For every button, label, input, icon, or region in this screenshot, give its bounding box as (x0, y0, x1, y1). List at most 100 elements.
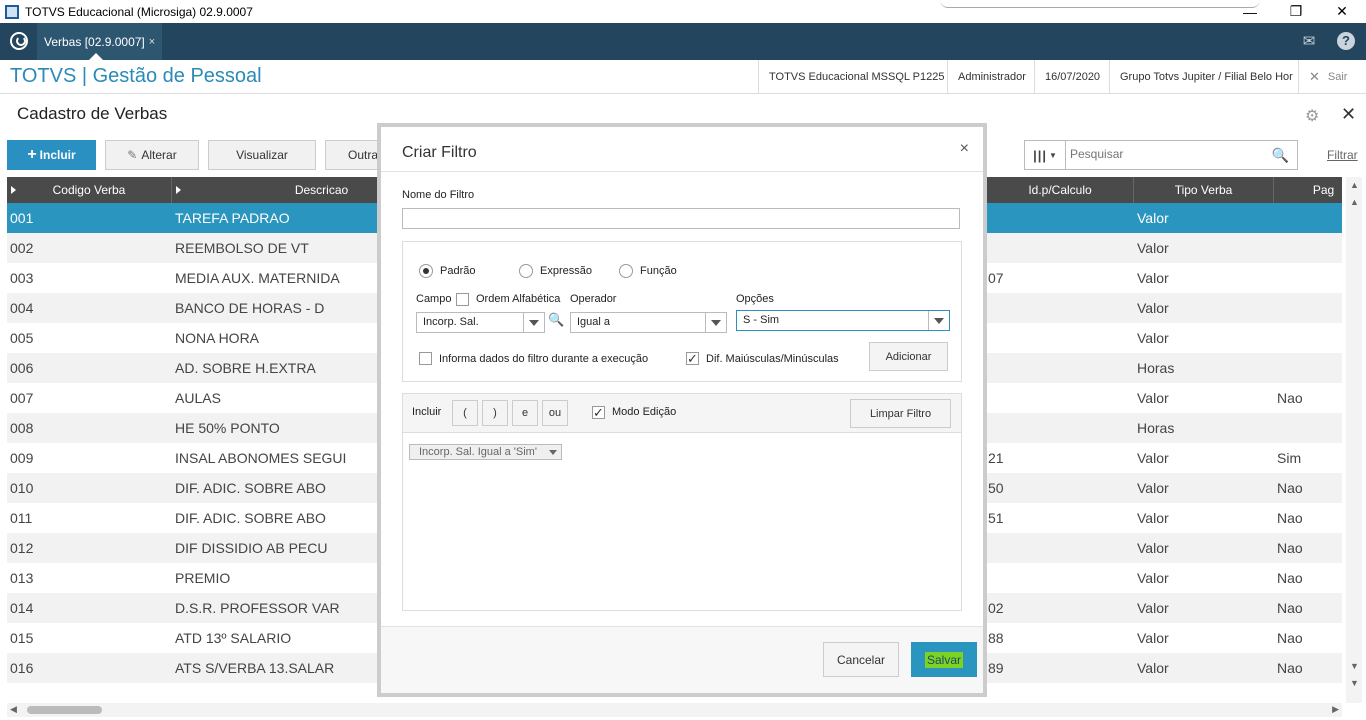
adicionar-button[interactable]: Adicionar (869, 342, 948, 371)
alterar-button[interactable]: ✎ Alterar (105, 140, 199, 170)
horizontal-scrollbar[interactable]: ◀ ▶ (7, 703, 1342, 717)
tab-close-icon[interactable]: × (149, 36, 155, 48)
chevron-down-icon (705, 313, 726, 332)
window-titlebar: TOTVS Educacional (Microsiga) 02.9.0007 … (0, 0, 1366, 23)
gear-icon[interactable]: ⚙ (1305, 106, 1319, 126)
cancelar-button[interactable]: Cancelar (823, 642, 899, 677)
cell-idcalculo: 51 (988, 510, 1004, 526)
app-title: TOTVS | Gestão de Pessoal (10, 65, 262, 87)
cell-pag: Nao (1277, 600, 1303, 616)
tab-label: Verbas [02.9.0007] (44, 34, 145, 49)
scroll-right-icon[interactable]: ▶ (1332, 704, 1339, 715)
date-label: 16/07/2020 (1034, 60, 1110, 94)
top-navbar: Verbas [02.9.0007] × ✉ ? (0, 23, 1366, 60)
cell-tipo: Valor (1137, 660, 1169, 676)
column-label: Codigo Verba (52, 183, 126, 197)
visualizar-button[interactable]: Visualizar (208, 140, 316, 170)
vertical-scrollbar[interactable]: ▲ ▲ ▼ ▼ (1346, 177, 1362, 703)
window-close-button[interactable]: ✕ (1319, 0, 1365, 23)
filter-expression-panel: Incluir ( ) e ou ✓ Modo Edição Limpar Fi… (402, 393, 962, 611)
divider (381, 171, 983, 172)
chevron-down-icon: ▼ (1049, 150, 1057, 160)
cell-codigo: 016 (10, 660, 34, 676)
ordem-alfabetica-checkbox[interactable] (456, 293, 469, 306)
radio-padrao[interactable] (419, 264, 433, 278)
cell-codigo: 002 (10, 240, 34, 256)
campo-select[interactable]: Incorp. Sal. (416, 312, 545, 333)
horizontal-scroll-thumb[interactable] (27, 706, 102, 714)
open-paren-button[interactable]: ( (452, 400, 478, 426)
exit-button[interactable]: ✕ Sair (1298, 60, 1357, 94)
operador-select[interactable]: Igual a (570, 312, 727, 333)
help-icon[interactable]: ? (1337, 32, 1355, 50)
or-button[interactable]: ou (542, 400, 568, 426)
opcoes-select[interactable]: S - Sim (736, 310, 950, 331)
column-header-pag[interactable]: Pag (1274, 177, 1342, 203)
dif-maiusculas-checkbox[interactable]: ✓ (686, 352, 699, 365)
radio-funcao[interactable] (619, 264, 633, 278)
column-header-idcalculo[interactable]: Id.p/Calculo (987, 177, 1134, 203)
filtrar-link[interactable]: Filtrar (1327, 148, 1358, 162)
chevron-down-icon (548, 450, 557, 455)
opcoes-label: Opções (736, 293, 774, 305)
restore-button[interactable]: ❐ (1273, 0, 1319, 23)
limpar-filtro-button[interactable]: Limpar Filtro (850, 399, 951, 428)
radio-funcao-label: Função (640, 265, 677, 277)
and-button[interactable]: e (512, 400, 538, 426)
or-label: ou (548, 407, 562, 419)
totvs-logo-icon[interactable] (10, 32, 28, 50)
dialog-close-icon[interactable]: × (960, 140, 969, 158)
incluir-label: Incluir (39, 148, 76, 162)
scroll-down-fast-icon[interactable]: ▼ (1350, 678, 1359, 688)
search-input[interactable] (1070, 147, 1270, 161)
scroll-up-fast-icon[interactable]: ▲ (1350, 197, 1359, 207)
salvar-button[interactable]: Salvar (911, 642, 977, 677)
minimize-button[interactable]: — (1227, 0, 1273, 23)
search-icon[interactable]: 🔍 (548, 312, 564, 328)
cell-tipo: Valor (1137, 450, 1169, 466)
cell-codigo: 009 (10, 450, 34, 466)
cell-descricao: AULAS (175, 390, 221, 406)
mail-icon[interactable]: ✉ (1299, 32, 1319, 52)
tab-indicator (89, 53, 103, 60)
close-paren-label: ) (493, 407, 497, 419)
cell-tipo: Valor (1137, 510, 1169, 526)
cell-tipo: Valor (1137, 540, 1169, 556)
modo-edicao-checkbox[interactable]: ✓ (592, 406, 605, 419)
nome-filtro-input[interactable] (402, 208, 960, 229)
cell-descricao: DIF DISSIDIO AB PECU (175, 540, 328, 556)
radio-padrao-label: Padrão (440, 265, 476, 277)
scroll-up-icon[interactable]: ▲ (1350, 180, 1359, 190)
column-header-tipo[interactable]: Tipo Verba (1134, 177, 1274, 203)
cell-codigo: 013 (10, 570, 34, 586)
close-paren-button[interactable]: ) (482, 400, 508, 426)
radio-expressao[interactable] (519, 264, 533, 278)
column-label: Pag (1312, 183, 1335, 197)
column-select-button[interactable]: ||| ▼ (1025, 141, 1066, 169)
cancelar-label: Cancelar (836, 652, 886, 667)
company-label: Grupo Totvs Jupiter / Filial Belo Hor (1109, 60, 1303, 94)
column-header-codigo[interactable]: Codigo Verba (7, 177, 172, 203)
cell-codigo: 008 (10, 420, 34, 436)
cell-tipo: Valor (1137, 630, 1169, 646)
page-close-icon[interactable]: ✕ (1341, 104, 1356, 125)
cell-tipo: Valor (1137, 390, 1169, 406)
visualizar-label: Visualizar (236, 148, 288, 162)
incluir-button[interactable]: + Incluir (7, 140, 96, 170)
search-icon[interactable]: 🔍 (1272, 147, 1289, 164)
nome-filtro-label: Nome do Filtro (402, 189, 475, 201)
campo-value: Incorp. Sal. (423, 316, 479, 328)
outras-button[interactable]: Outras (325, 140, 385, 170)
expression-token[interactable]: Incorp. Sal. Igual a 'Sim' (409, 444, 562, 460)
cell-idcalculo: 50 (988, 480, 1004, 496)
operador-value: Igual a (577, 316, 611, 328)
informa-dados-checkbox[interactable] (419, 352, 432, 365)
cell-codigo: 006 (10, 360, 34, 376)
chevron-down-icon (523, 313, 544, 332)
expression-token-label: Incorp. Sal. Igual a 'Sim' (419, 446, 537, 458)
scroll-left-icon[interactable]: ◀ (10, 704, 17, 715)
cell-idcalculo: 02 (988, 600, 1004, 616)
cell-descricao: AD. SOBRE H.EXTRA (175, 360, 316, 376)
column-label: Id.p/Calculo (1028, 183, 1092, 197)
scroll-down-icon[interactable]: ▼ (1350, 661, 1359, 671)
